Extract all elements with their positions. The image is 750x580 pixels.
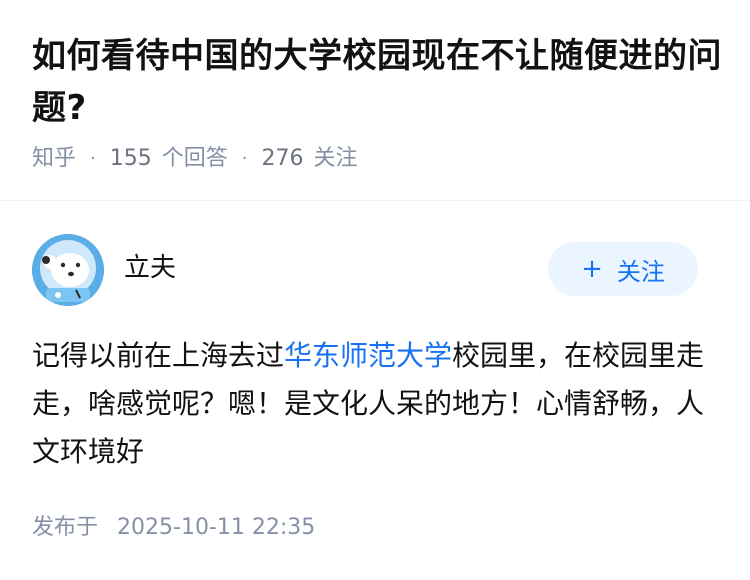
- answer-text-start: 记得以前在上海去过: [32, 339, 285, 372]
- question-title[interactable]: 如何看待中国的大学校园现在不让随便进的问题?: [32, 30, 732, 134]
- answer-body: 记得以前在上海去过华东师范大学校园里，在校园里走走，啥感觉呢？嗯！是文化人呆的地…: [32, 332, 722, 476]
- answer-count-label: 个回答: [161, 146, 228, 171]
- publish-time: 发布于 2025-10-11 22:35: [32, 512, 315, 544]
- avatar[interactable]: [32, 234, 104, 306]
- answer-count: 155: [109, 146, 152, 171]
- follower-count: 276: [261, 146, 304, 171]
- publish-timestamp: 2025-10-11 22:35: [117, 515, 316, 540]
- astronaut-bear-icon: [32, 234, 104, 306]
- follow-button[interactable]: + 关注: [548, 242, 698, 296]
- divider: [0, 200, 750, 201]
- publish-label: 发布于: [32, 515, 99, 540]
- separator-dot: ·: [90, 148, 96, 169]
- page: 如何看待中国的大学校园现在不让随便进的问题? 知乎 · 155 个回答 · 27…: [0, 0, 750, 580]
- follow-button-label: 关注: [616, 257, 665, 286]
- university-link[interactable]: 华东师范大学: [284, 339, 452, 372]
- follower-count-label: 关注: [313, 146, 358, 171]
- question-meta: 知乎 · 155 个回答 · 276 关注: [32, 143, 358, 175]
- author-name[interactable]: 立夫: [124, 250, 176, 286]
- separator-dot: ·: [241, 148, 248, 169]
- plus-icon: +: [581, 254, 603, 284]
- source-label: 知乎: [32, 146, 77, 171]
